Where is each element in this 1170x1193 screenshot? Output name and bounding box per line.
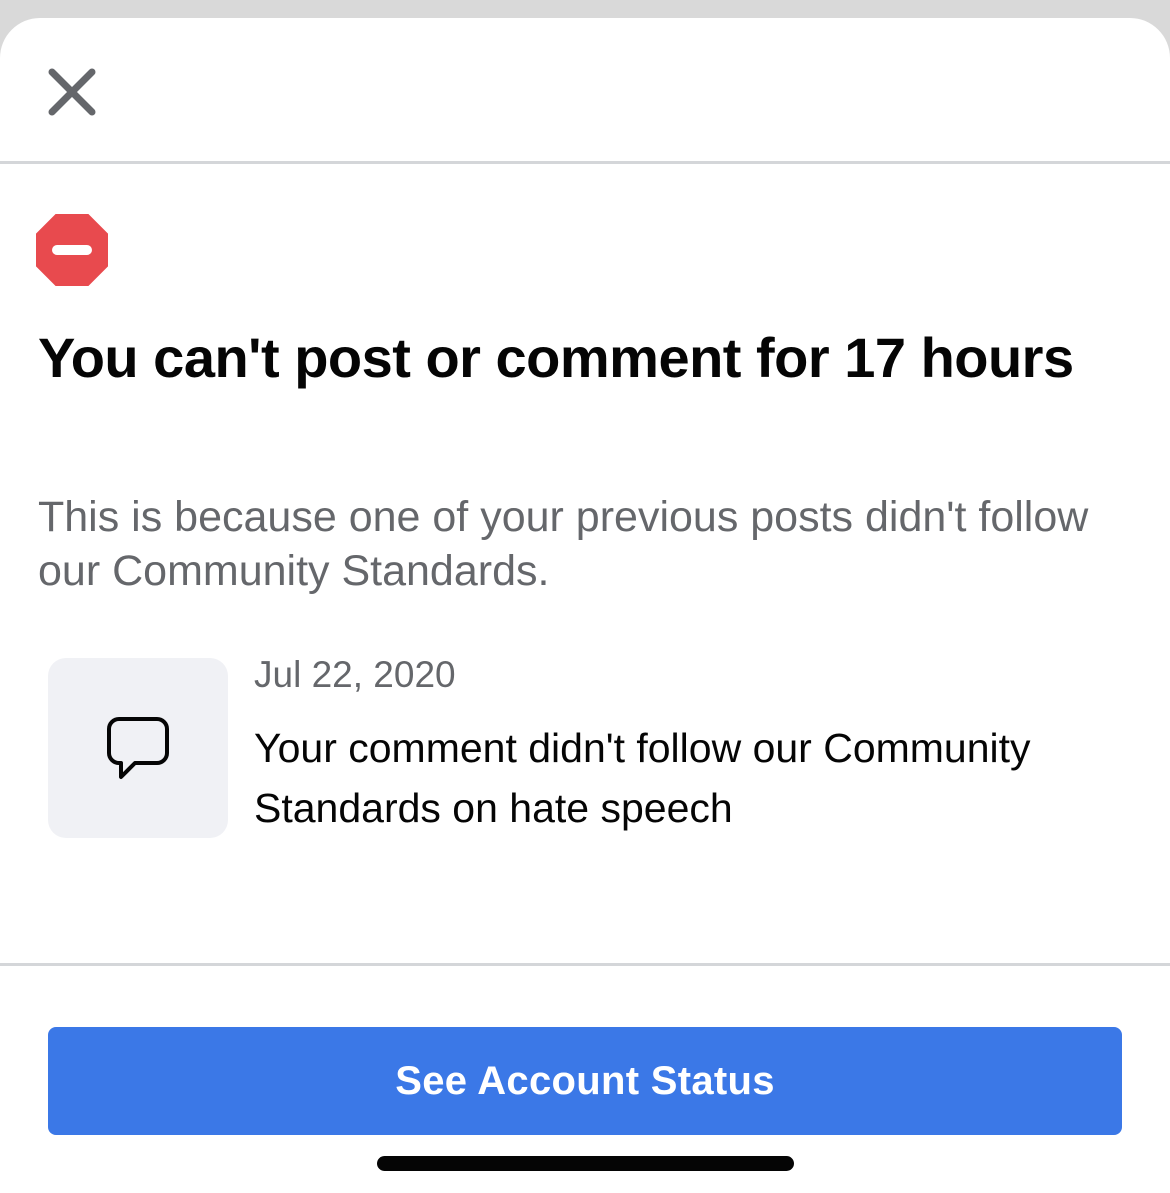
page-title: You can't post or comment for 17 hours xyxy=(38,326,1074,389)
restriction-sheet: You can't post or comment for 17 hours T… xyxy=(0,18,1170,1193)
sheet-header xyxy=(0,18,1170,164)
divider xyxy=(0,963,1170,966)
close-button[interactable] xyxy=(38,58,106,126)
comment-bubble-icon xyxy=(107,717,169,779)
page-subtitle: This is because one of your previous pos… xyxy=(38,493,1089,595)
home-indicator xyxy=(377,1156,794,1171)
violation-thumbnail xyxy=(48,658,228,838)
see-account-status-button[interactable]: See Account Status xyxy=(48,1027,1122,1135)
stop-sign-icon xyxy=(36,214,108,286)
violation-date: Jul 22, 2020 xyxy=(254,654,456,695)
violation-description: Your comment didn't follow our Community… xyxy=(254,725,1031,831)
close-icon xyxy=(48,68,96,116)
